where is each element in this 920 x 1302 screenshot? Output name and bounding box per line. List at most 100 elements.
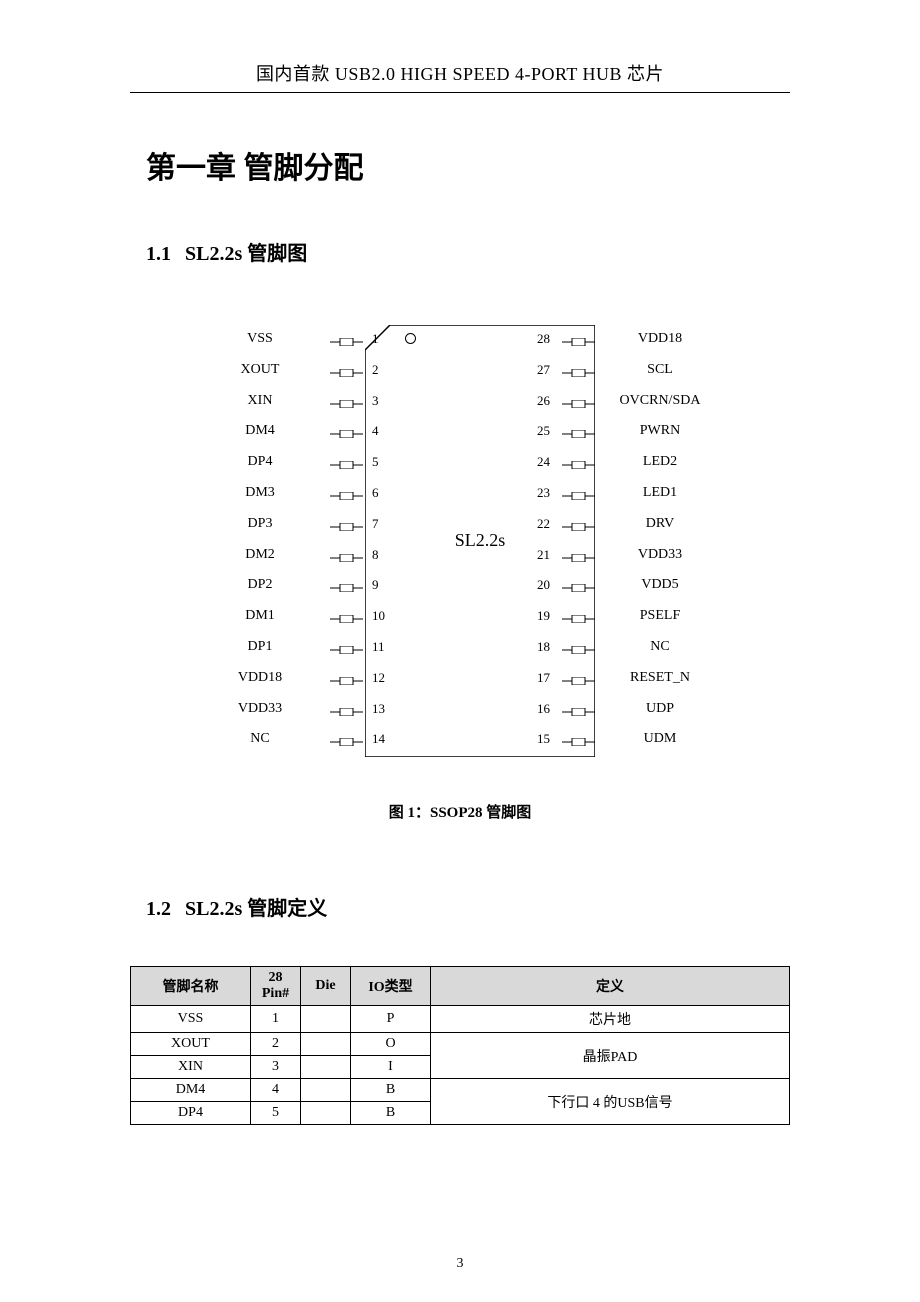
section-1-2-title: 1.2 SL2.2s 管脚定义 bbox=[130, 892, 790, 921]
pin-lead-icon bbox=[562, 489, 595, 497]
pin-lead-icon bbox=[562, 366, 595, 374]
table-row: VSS1P芯片地 bbox=[131, 1006, 790, 1033]
pin-label-left: DM2 bbox=[225, 547, 295, 563]
section-1-1-title: 1.1 SL2.2s 管脚图 bbox=[130, 237, 790, 266]
pin-label-left: VDD33 bbox=[225, 701, 295, 717]
th-die: Die bbox=[301, 967, 351, 1006]
pin-number-left: 4 bbox=[372, 423, 379, 439]
pin-number-left: 3 bbox=[372, 393, 379, 409]
td-io: O bbox=[351, 1033, 431, 1056]
section-num: 1.2 bbox=[146, 898, 171, 920]
pin-lead-icon bbox=[330, 581, 363, 589]
pin-number-right: 21 bbox=[537, 547, 550, 563]
pin-row: DP4524LED2 bbox=[170, 448, 750, 479]
td-pin: 1 bbox=[251, 1006, 301, 1033]
td-die bbox=[301, 1079, 351, 1102]
pin-row: VDD33 13 16 UDP bbox=[170, 695, 750, 726]
td-io: B bbox=[351, 1102, 431, 1125]
page-header: 国内首款 USB2.0 HIGH SPEED 4-PORT HUB 芯片 bbox=[130, 60, 790, 93]
pin-label-left: DP2 bbox=[225, 577, 295, 593]
pin-label-right: RESET_N bbox=[610, 670, 710, 686]
pin-label-right: NC bbox=[610, 639, 710, 655]
pin-label-left: XIN bbox=[225, 393, 295, 409]
pin-number-right: 20 bbox=[537, 577, 550, 593]
pin-label-left: DM3 bbox=[225, 485, 295, 501]
pin-label-left: XOUT bbox=[225, 362, 295, 378]
th-pin: 28 Pin# bbox=[251, 967, 301, 1006]
pin-lead-icon bbox=[330, 551, 363, 559]
th-io: IO类型 bbox=[351, 967, 431, 1006]
pin-number-right: 26 bbox=[537, 393, 550, 409]
section-text: SL2.2s 管脚定义 bbox=[185, 898, 327, 920]
table-header-row: 管脚名称 28 Pin# Die IO类型 定义 bbox=[131, 967, 790, 1006]
pin-label-right: OVCRN/SDA bbox=[610, 393, 710, 409]
pin-label-right: DRV bbox=[610, 516, 710, 532]
section-num: 1.1 bbox=[146, 243, 171, 265]
pin-row: NC1415UDM bbox=[170, 725, 750, 756]
pin-label-right: UDM bbox=[610, 731, 710, 747]
pin-label-right: LED2 bbox=[610, 454, 710, 470]
pin-row: XOUT227SCL bbox=[170, 356, 750, 387]
pin-number-left: 1 bbox=[372, 331, 379, 347]
pin-number-right: 15 bbox=[537, 731, 550, 747]
pin-row: VDD181217RESET_N bbox=[170, 664, 750, 695]
pin-number-right: 22 bbox=[537, 516, 550, 532]
td-name: XIN bbox=[131, 1056, 251, 1079]
td-def: 下行口 4 的USB信号 bbox=[431, 1079, 790, 1125]
pin-label-right: UDP bbox=[610, 701, 710, 717]
pin-label-right: PWRN bbox=[610, 423, 710, 439]
pin-number-left: 11 bbox=[372, 639, 385, 655]
pin-label-left: DP3 bbox=[225, 516, 295, 532]
pin-row: DM2 8 21 VDD33 bbox=[170, 541, 750, 572]
section-text: SL2.2s 管脚图 bbox=[185, 243, 307, 265]
figure-caption: 图 1：SSOP28 管脚图 bbox=[130, 801, 790, 822]
pin-lead-icon bbox=[330, 489, 363, 497]
pin-label-right: LED1 bbox=[610, 485, 710, 501]
td-pin: 2 bbox=[251, 1033, 301, 1056]
td-io: I bbox=[351, 1056, 431, 1079]
pin-number-left: 5 bbox=[372, 454, 379, 470]
pin-lead-icon bbox=[330, 520, 363, 528]
pin-label-left: DP4 bbox=[225, 454, 295, 470]
pin-lead-icon bbox=[562, 427, 595, 435]
pin-number-right: 23 bbox=[537, 485, 550, 501]
pin-label-left: VDD18 bbox=[225, 670, 295, 686]
pin-lead-icon bbox=[562, 735, 595, 743]
td-die bbox=[301, 1056, 351, 1079]
pin-number-left: 13 bbox=[372, 701, 385, 717]
pinout-diagram: SL2.2s VSS128VDD18XOUT227SCLXIN326OVCRN/… bbox=[170, 311, 750, 771]
td-def: 芯片地 bbox=[431, 1006, 790, 1033]
pin-lead-icon bbox=[562, 674, 595, 682]
pin-number-right: 16 bbox=[537, 701, 550, 717]
page-number: 3 bbox=[0, 1256, 920, 1272]
pin-number-left: 6 bbox=[372, 485, 379, 501]
pin-number-left: 8 bbox=[372, 547, 379, 563]
pin-lead-icon bbox=[330, 612, 363, 620]
pin-row: VSS128VDD18 bbox=[170, 325, 750, 356]
pin-lead-icon bbox=[330, 366, 363, 374]
pin-lead-icon bbox=[562, 458, 595, 466]
td-def: 晶振PAD bbox=[431, 1033, 790, 1079]
pin-number-right: 27 bbox=[537, 362, 550, 378]
pin-number-left: 7 bbox=[372, 516, 379, 532]
pin-row: DM11019PSELF bbox=[170, 602, 750, 633]
pin-label-left: VSS bbox=[225, 331, 295, 347]
pin-number-right: 25 bbox=[537, 423, 550, 439]
pin-row: DM3 6 23 LED1 bbox=[170, 479, 750, 510]
td-pin: 4 bbox=[251, 1079, 301, 1102]
table-row: DM44B下行口 4 的USB信号 bbox=[131, 1079, 790, 1102]
td-io: P bbox=[351, 1006, 431, 1033]
pin-number-left: 9 bbox=[372, 577, 379, 593]
pin-row: DM4 4 25 PWRN bbox=[170, 417, 750, 448]
td-pin: 3 bbox=[251, 1056, 301, 1079]
pin-number-left: 10 bbox=[372, 608, 385, 624]
pin-label-left: DM4 bbox=[225, 423, 295, 439]
td-name: DP4 bbox=[131, 1102, 251, 1125]
pin-lead-icon bbox=[562, 705, 595, 713]
pin-label-left: NC bbox=[225, 731, 295, 747]
td-die bbox=[301, 1033, 351, 1056]
pin-lead-icon bbox=[330, 335, 363, 343]
pin-label-right: VDD33 bbox=[610, 547, 710, 563]
pin-row: DP3 7 22 DRV bbox=[170, 510, 750, 541]
pin-lead-icon bbox=[330, 458, 363, 466]
